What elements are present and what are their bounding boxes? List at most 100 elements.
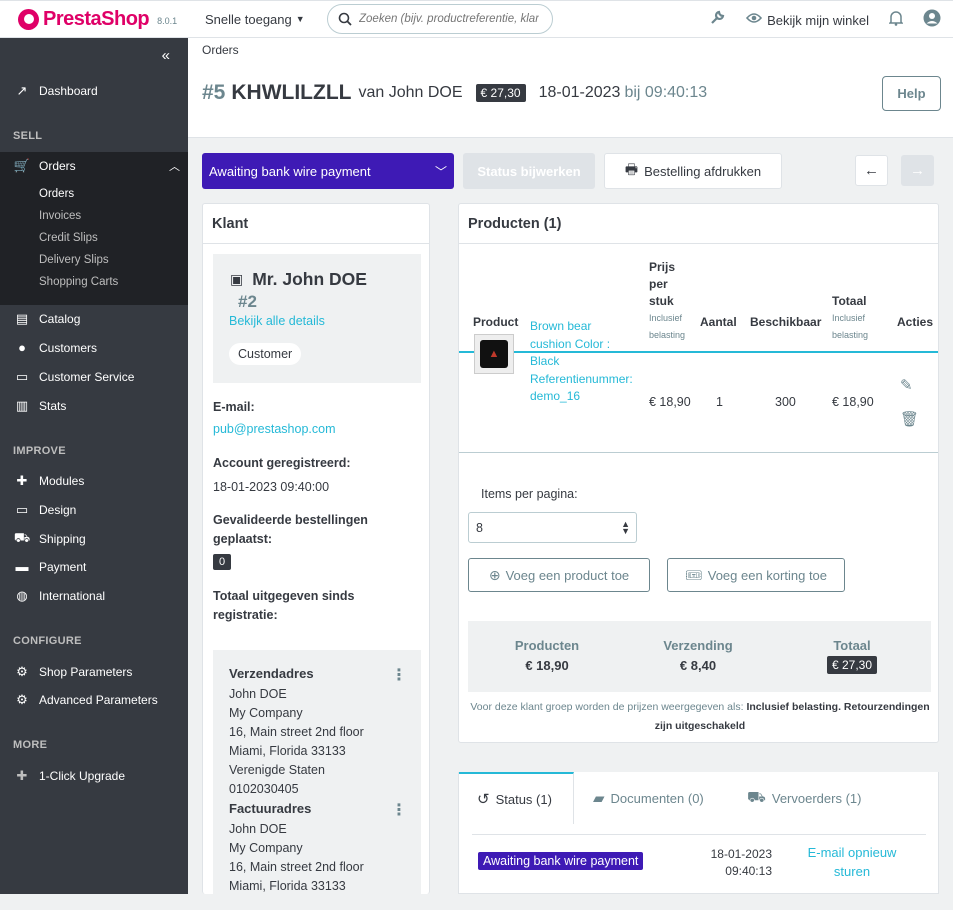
sidebar-sub-invoices[interactable]: Invoices [39, 210, 81, 222]
tab-carriers[interactable]: ⛟ Vervoerders (1) [747, 772, 861, 824]
sidebar-sub-delivery-slips[interactable]: Delivery Slips [39, 254, 109, 266]
sidebar-item-customers[interactable]: ● Customers [0, 333, 188, 362]
more-vertical-icon[interactable]: ⋮ [391, 800, 407, 820]
sidebar-item-1-click-upgrade[interactable]: ✚ 1-Click Upgrade [0, 761, 188, 790]
sidebar-sub-credit-slips[interactable]: Credit Slips [39, 232, 98, 244]
col-price-line-3: stuk [649, 294, 674, 308]
sidebar-item-customer-service[interactable]: ▭ Customer Service [0, 362, 188, 391]
order-time: bij 09:40:13 [624, 84, 708, 101]
sidebar-item-stats[interactable]: ▥ Stats [0, 391, 188, 420]
more-vertical-icon[interactable]: ⋮ [391, 665, 407, 685]
sidebar-sub-shopping-carts[interactable]: Shopping Carts [39, 276, 118, 288]
sidebar-item-modules[interactable]: ✚ Modules [0, 466, 188, 495]
sidebar-item-label: Shop Parameters [39, 664, 133, 679]
logo[interactable]: PrestaShop 8.0.1 [18, 8, 188, 31]
sidebar-item-label: Orders [39, 158, 76, 173]
invoice-address-title: Factuuradres [229, 801, 312, 816]
sidebar-sub-orders[interactable]: Orders [39, 188, 74, 200]
order-number: #5 [202, 81, 226, 104]
customer-email-link[interactable]: pub@prestashop.com [213, 422, 335, 436]
bell-icon[interactable] [888, 10, 904, 31]
puzzle-icon: ✚ [16, 472, 28, 488]
arrow-right-icon: → [910, 162, 925, 179]
shipping-address-line: Miami, Florida 33133 [229, 744, 346, 758]
order-status-select[interactable]: Awaiting bank wire payment ﹀ [202, 153, 454, 189]
note-tax: Inclusief belasting [746, 701, 839, 713]
print-label: Bestelling afdrukken [644, 163, 762, 179]
tab-status[interactable]: ↺ Status (1) [459, 772, 574, 824]
tax-note-line-2: belasting [832, 330, 869, 340]
next-order-button[interactable]: → [901, 155, 934, 186]
view-details-link[interactable]: Bekijk alle details [229, 314, 325, 328]
wrench-icon[interactable] [709, 9, 726, 31]
monitor-icon: ▭ [15, 501, 29, 517]
customer-group-badge: Customer [229, 343, 302, 365]
shipping-address-line: Verenigde Staten [229, 763, 325, 777]
sidebar-item-shop-parameters[interactable]: ⚙ Shop Parameters [0, 657, 188, 686]
product-name-line: Referentienummer: [530, 371, 633, 386]
col-total-label: Totaal [832, 294, 867, 308]
sidebar-item-shipping[interactable]: ⛟ Shipping [0, 524, 188, 553]
credit-card-icon: ▬ [15, 559, 29, 574]
email-label: E-mail: [213, 400, 255, 414]
sidebar-item-catalog[interactable]: ▤ Catalog [0, 304, 188, 333]
products-card-title: Producten (1) [459, 204, 938, 244]
sidebar-item-advanced-parameters[interactable]: ⚙ Advanced Parameters [0, 685, 188, 714]
customer-id: #2 [238, 292, 257, 311]
print-order-button[interactable]: 🖶 Bestelling afdrukken [604, 153, 782, 189]
add-discount-button[interactable]: 🎟 Voeg een korting toe [667, 558, 845, 592]
previous-order-button[interactable]: ← [855, 155, 888, 186]
per-page-label: Items per pagina: [481, 487, 578, 501]
total-spent-label-line-1: Totaal uitgegeven sinds [213, 589, 355, 603]
customer-card-title: Klant [203, 204, 429, 244]
add-product-label: Voeg een product toe [505, 567, 630, 583]
puzzle-icon: ✚ [16, 767, 28, 783]
product-name-line: demo_16 [530, 389, 581, 403]
brand-name: PrestaShop [43, 7, 150, 30]
sidebar-item-dashboard[interactable]: ↗ Dashboard [0, 76, 188, 105]
tax-note-line-1: Inclusief [649, 313, 683, 323]
tab-documents[interactable]: ▰ Documenten (0) [593, 772, 704, 824]
search-bar[interactable] [327, 4, 553, 34]
gear-icon: ⚙ [16, 663, 28, 679]
sidebar-item-international[interactable]: ◍ International [0, 581, 188, 610]
order-totals: Producten € 18,90 Verzending € 8,40 Tota… [468, 621, 931, 692]
shipping-address-line: John DOE [229, 687, 287, 701]
history-status-badge: Awaiting bank wire payment [478, 852, 644, 870]
sidebar-item-label: Modules [39, 473, 85, 488]
trending-up-icon: ↗ [16, 82, 28, 98]
chevron-up-icon: ︿ [169, 160, 180, 173]
sidebar-item-design[interactable]: ▭ Design [0, 495, 188, 524]
product-total: € 18,90 [832, 395, 874, 409]
totals-shipping-label: Verzending [663, 638, 733, 653]
resend-email-link[interactable]: E-mail opnieuw sturen [802, 843, 902, 881]
trash-icon[interactable]: 🗑 [900, 410, 919, 428]
collapse-sidebar-icon[interactable]: « [162, 47, 170, 64]
update-status-button[interactable]: Status bijwerken [463, 153, 595, 189]
product-quantity: 1 [716, 395, 723, 409]
edit-icon[interactable]: ✎ [900, 376, 913, 394]
invoice-address-line: My Company [229, 841, 303, 855]
quick-access-dropdown[interactable]: Snelle toegang ▼ [205, 12, 310, 27]
history-icon: ↺ [477, 791, 490, 808]
account-icon[interactable] [923, 9, 941, 32]
status-select-value: Awaiting bank wire payment [209, 163, 371, 179]
shipping-address-line: 16, Main street 2nd floor [229, 725, 364, 739]
sidebar-item-orders[interactable]: 🛒 Orders ︿ [0, 151, 188, 180]
col-quantity: Aantal [700, 315, 737, 329]
search-input[interactable] [359, 13, 539, 25]
registered-label: Account geregistreerd: [213, 456, 351, 470]
per-page-select[interactable]: 8 ▲ ▼ [468, 512, 637, 543]
per-page-value: 8 [476, 520, 483, 535]
view-shop-link[interactable]: Bekijk mijn winkel [746, 11, 869, 29]
add-product-button[interactable]: ⊕ Voeg een product toe [468, 558, 650, 592]
sidebar-item-payment[interactable]: ▬ Payment [0, 552, 188, 581]
breadcrumb[interactable]: Orders [202, 43, 239, 57]
history-tabs-card: ↺ Status (1) ▰ Documenten (0) ⛟ Vervoerd… [458, 772, 939, 894]
add-discount-label: Voeg een korting toe [707, 567, 828, 583]
product-name-link[interactable]: Brown bear cushion Color : Black Referen… [530, 318, 642, 406]
tax-display-note: Voor deze klant groep worden de prijzen … [470, 701, 930, 732]
help-button[interactable]: Help [882, 76, 941, 111]
top-bar: PrestaShop 8.0.1 Snelle toegang ▼ Bekijk… [0, 0, 953, 38]
truck-icon: ⛟ [747, 788, 766, 806]
